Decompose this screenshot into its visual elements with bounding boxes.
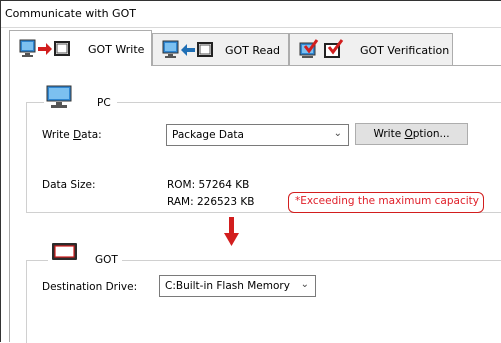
got-icon [52, 243, 77, 260]
verify-icon [299, 39, 344, 58]
pc-to-got-icon [19, 39, 70, 57]
tab-panel-got-write: PC Write Data: Package Data ⌄ Write Opti… [9, 65, 501, 343]
capacity-warning-text: *Exceeding the maximum capacity [295, 195, 479, 207]
destination-drive-value: C:Built-in Flash Memory [165, 280, 290, 292]
pc-group-left-border [26, 102, 27, 213]
got-group-left-border [26, 260, 27, 343]
chevron-down-icon: ⌄ [333, 128, 342, 139]
got-group-border [122, 260, 501, 261]
pc-group-border [117, 102, 501, 103]
destination-drive-label: Destination Drive: [42, 281, 138, 293]
tab-got-read[interactable]: GOT Read [152, 33, 289, 65]
window-title: Communicate with GOT [5, 7, 136, 20]
pc-group-title: PC [97, 97, 111, 109]
tab-got-read-label: GOT Read [225, 44, 281, 57]
data-size-label: Data Size: [42, 179, 96, 191]
arrow-down-icon [224, 217, 239, 246]
chevron-down-icon: ⌄ [300, 279, 309, 290]
got-group-title: GOT [95, 254, 118, 266]
destination-drive-select[interactable]: C:Built-in Flash Memory ⌄ [159, 275, 316, 297]
rom-size: ROM: 57264 KB [167, 179, 250, 191]
tab-got-write[interactable]: GOT Write [9, 30, 152, 66]
capacity-warning: *Exceeding the maximum capacity [288, 192, 484, 213]
write-data-value: Package Data [172, 129, 244, 141]
write-option-label: Write Option... [373, 128, 450, 140]
got-to-pc-icon [162, 40, 213, 58]
write-option-button[interactable]: Write Option... [355, 123, 468, 145]
got-group-border-left-top [26, 260, 48, 261]
write-data-select[interactable]: Package Data ⌄ [166, 124, 349, 146]
title-bar: Communicate with GOT [1, 0, 501, 28]
communicate-with-got-window: Communicate with GOT GOT Write GOT Read [0, 0, 501, 343]
pc-icon [46, 85, 72, 108]
ram-size: RAM: 226523 KB [167, 196, 255, 208]
write-data-label: Write Data: [42, 129, 102, 141]
tab-got-write-label: GOT Write [88, 43, 145, 56]
tab-got-verification[interactable]: GOT Verification [289, 33, 453, 65]
pc-group-border-left-top [26, 102, 44, 103]
tab-got-verification-label: GOT Verification [360, 44, 450, 57]
